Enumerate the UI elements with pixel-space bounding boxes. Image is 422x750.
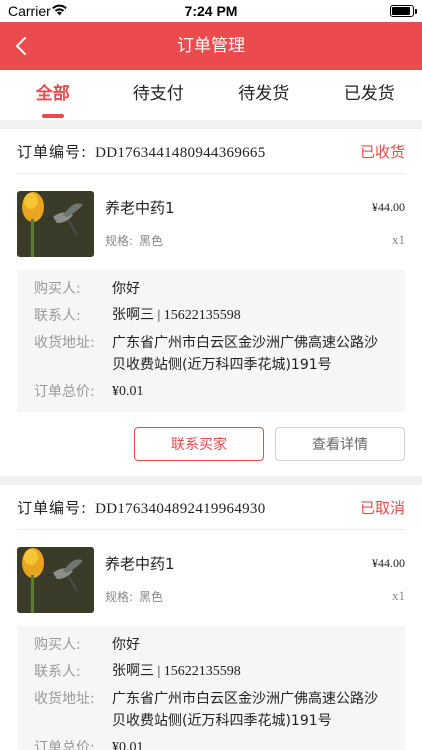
total-value: ¥0.01 [112,740,144,750]
product-price: ¥44.00 [372,200,405,214]
product-image [17,547,94,613]
order-number-value: DD1763404892419964930 [95,500,266,517]
order-number-label: 订单编号: [17,498,88,517]
view-details-button[interactable]: 查看详情 [275,427,405,461]
contact-value: 张啊三 | 15622135598 [112,664,241,679]
address-label: 收货地址: [34,691,95,707]
product-quantity: x1 [392,232,405,247]
total-label: 订单总价: [34,384,95,400]
order-actions: 联系买家 查看详情 [17,412,405,476]
product-row[interactable]: 养老中药1 ¥44.00 规格: 黑色 x1 [17,530,405,626]
tab-shipped[interactable]: 已发货 [317,70,422,120]
order-number: 订单编号: DD1763404892419964930 [17,497,266,518]
divider [0,476,422,485]
order-card: 订单编号: DD1763441480944369665 已收货 养老中药1 ¥44… [0,129,422,476]
order-status: 已收货 [359,142,405,161]
order-tabs: 全部 待支付 待发货 已发货 [0,70,422,120]
buyer-value: 你好 [112,637,140,653]
address-value: 广东省广州市白云区金沙洲广佛高速公路沙贝收费站侧(近万科四季花城)191号 [112,691,378,729]
contact-buyer-button[interactable]: 联系买家 [134,427,264,461]
tab-pending-shipment[interactable]: 待发货 [211,70,317,120]
status-bar: Carrier 7:24 PM [0,0,422,22]
order-number-value: DD1763441480944369665 [95,144,266,161]
product-quantity: x1 [392,588,405,603]
order-number: 订单编号: DD1763441480944369665 [17,141,266,162]
product-image [17,191,94,257]
spec-value: 黑色 [139,234,164,248]
order-header: 订单编号: DD1763404892419964930 已取消 [17,485,405,530]
tab-all[interactable]: 全部 [0,70,106,120]
order-status: 已取消 [359,498,405,517]
buyer-label: 购买人: [34,637,81,653]
total-value: ¥0.01 [112,384,144,399]
total-label: 订单总价: [34,740,95,750]
address-label: 收货地址: [34,335,95,351]
spec-label: 规格: [105,234,134,248]
product-price: ¥44.00 [372,556,405,570]
tab-pending-payment[interactable]: 待支付 [106,70,212,120]
navbar: 订单管理 [0,22,422,70]
status-time: 7:24 PM [184,3,238,19]
order-info-panel: 购买人: 你好 联系人: 张啊三 | 15622135598 收货地址: 广东省广州市… [17,270,405,412]
order-info-panel: 购买人: 你好 联系人: 张啊三 | 15622135598 收货地址: 广东省广州市… [17,626,405,750]
order-header: 订单编号: DD1763441480944369665 已收货 [17,129,405,174]
battery-icon [390,5,417,17]
contact-label: 联系人: [34,308,81,324]
product-name: 养老中药1 [105,555,175,573]
buyer-label: 购买人: [34,281,81,297]
buyer-value: 你好 [112,281,140,297]
order-number-label: 订单编号: [17,142,88,161]
spec-value: 黑色 [139,590,164,604]
divider [0,120,422,129]
product-spec: 规格: 黑色 [105,232,163,249]
product-row[interactable]: 养老中药1 ¥44.00 规格: 黑色 x1 [17,174,405,270]
product-name: 养老中药1 [105,199,175,217]
product-spec: 规格: 黑色 [105,588,163,605]
address-value: 广东省广州市白云区金沙洲广佛高速公路沙贝收费站侧(近万科四季花城)191号 [112,335,378,373]
order-card: 订单编号: DD1763404892419964930 已取消 养老中药1 ¥44… [0,485,422,750]
page-title: 订单管理 [177,36,245,56]
contact-value: 张啊三 | 15622135598 [112,308,241,323]
contact-label: 联系人: [34,664,81,680]
spec-label: 规格: [105,590,134,604]
